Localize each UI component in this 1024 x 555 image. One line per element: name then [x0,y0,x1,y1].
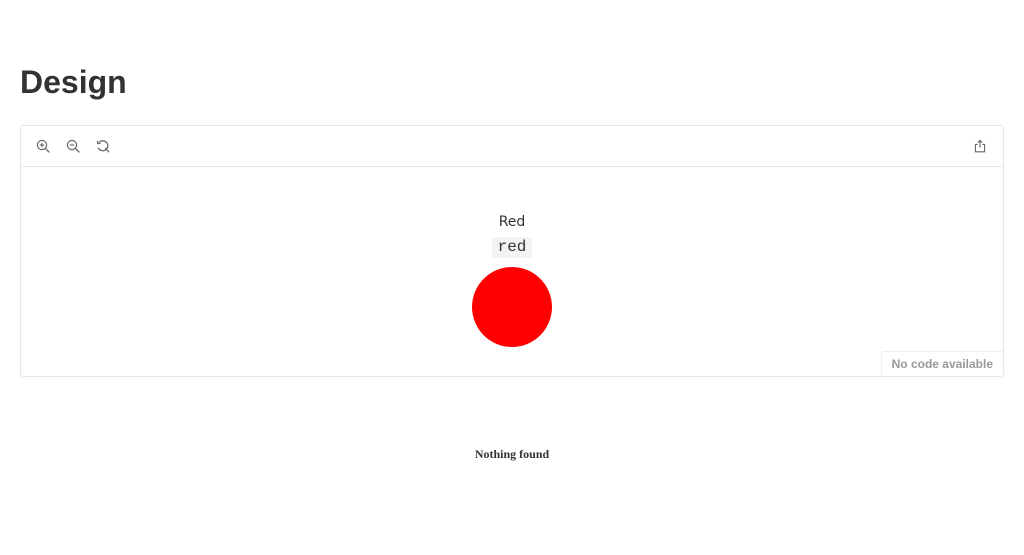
color-preview-panel: Red red No code available [20,125,1004,377]
reset-zoom-button[interactable] [95,138,111,154]
swatch-token: red [492,237,532,258]
zoom-in-button[interactable] [35,138,51,154]
share-icon [974,139,986,153]
preview-toolbar [21,126,1003,167]
zoom-in-icon [36,139,50,153]
zoom-out-icon [66,139,80,153]
empty-state-message: Nothing found [474,447,550,461]
share-button[interactable] [972,138,988,154]
swatch-name: Red [498,214,526,230]
zoom-out-button[interactable] [65,138,81,154]
color-swatch [472,267,552,347]
swatch-stage: Red red No code available [21,167,1003,376]
no-code-label: No code available [880,351,1003,376]
reset-icon [96,140,110,153]
page-title: Design [20,64,127,100]
